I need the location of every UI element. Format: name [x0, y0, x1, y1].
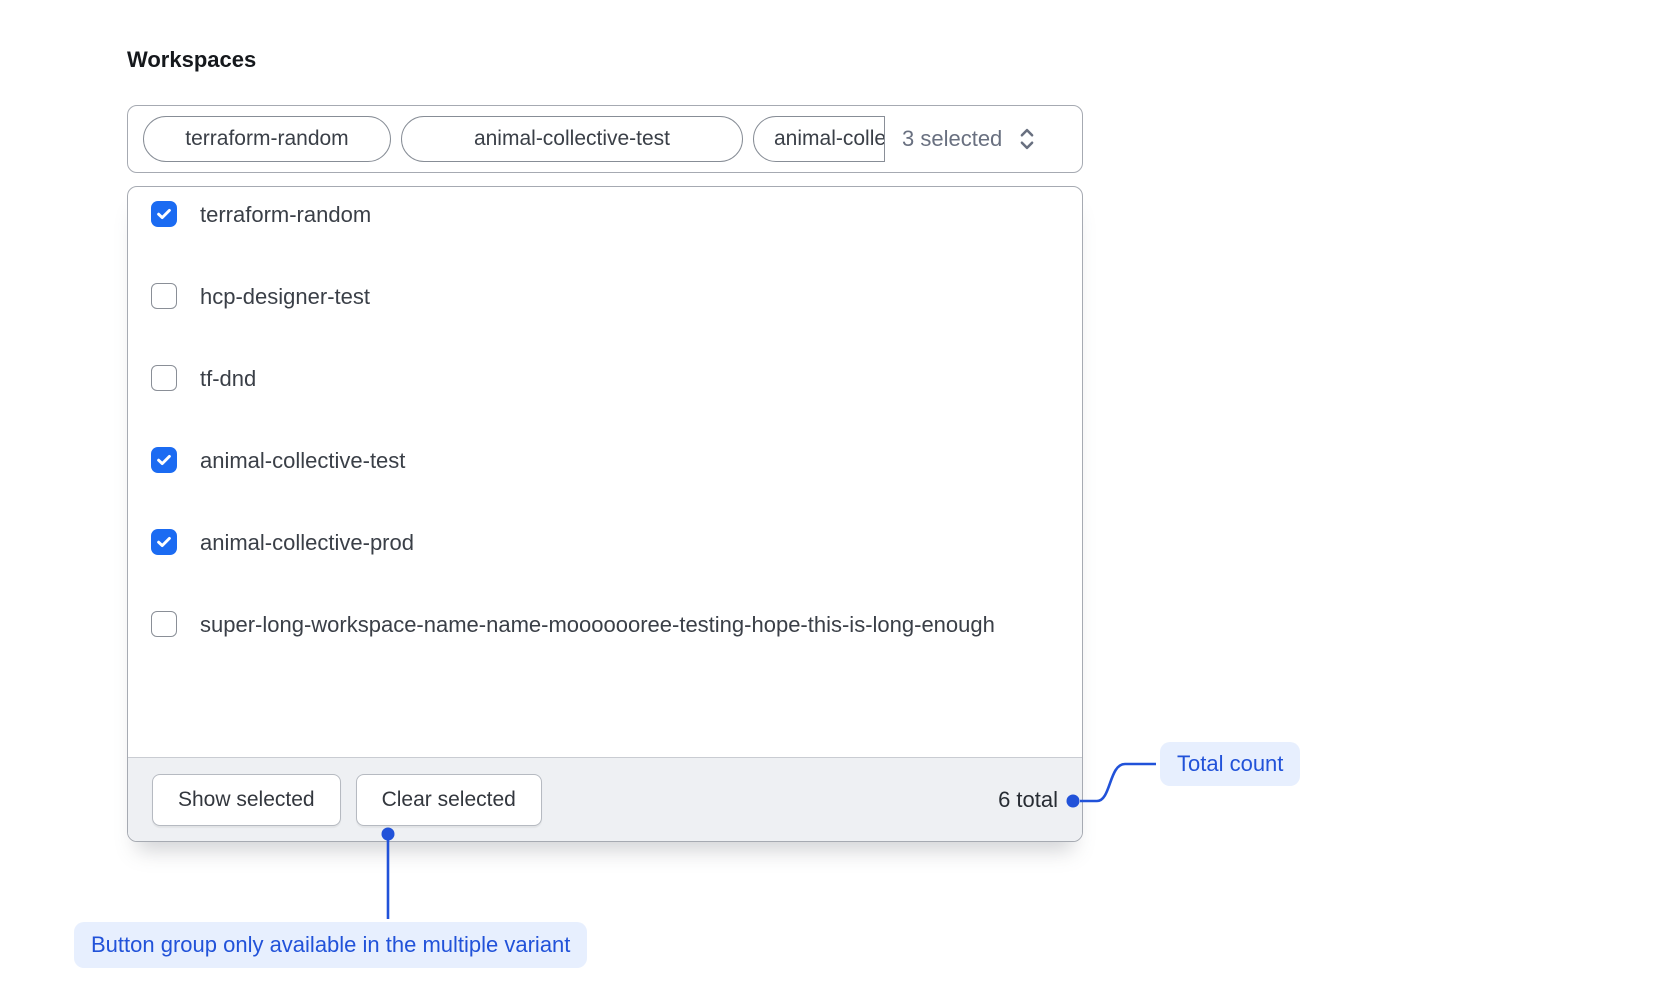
multiselect-listbox: terraform-random hcp-designer-test tf-dn… [127, 186, 1083, 842]
field-label: Workspaces [127, 47, 256, 73]
option-row[interactable]: hcp-designer-test [151, 278, 1058, 315]
option-label: hcp-designer-test [200, 278, 370, 315]
option-row[interactable]: animal-collective-prod [151, 524, 1058, 561]
selected-tag-clipped: animal-collective-prod [753, 116, 885, 162]
selected-count-text: 3 selected [902, 126, 1002, 152]
selected-tag: animal-collective-test [401, 116, 743, 162]
annotation-button-group: Button group only available in the multi… [74, 922, 587, 968]
option-checkbox[interactable] [151, 447, 177, 473]
selected-tag: terraform-random [143, 116, 391, 162]
listbox-footer: Show selected Clear selected 6 total [128, 757, 1082, 841]
option-checkbox[interactable] [151, 529, 177, 555]
option-checkbox[interactable] [151, 201, 177, 227]
option-checkbox[interactable] [151, 365, 177, 391]
option-label: terraform-random [200, 196, 371, 233]
option-row[interactable]: tf-dnd [151, 360, 1058, 397]
total-count-text: 6 total [998, 787, 1058, 813]
option-row[interactable]: terraform-random [151, 196, 1058, 233]
option-label: animal-collective-prod [200, 524, 414, 561]
option-checkbox[interactable] [151, 283, 177, 309]
chevrons-up-down-icon [1015, 126, 1039, 152]
options-list: terraform-random hcp-designer-test tf-dn… [128, 187, 1082, 643]
annotation-total-count: Total count [1160, 742, 1300, 786]
option-row[interactable]: super-long-workspace-name-name-moooooore… [151, 606, 1058, 643]
page-canvas: Workspaces terraform-random animal-colle… [0, 0, 1672, 1008]
clear-selected-button[interactable]: Clear selected [356, 774, 542, 826]
option-label: super-long-workspace-name-name-moooooore… [200, 606, 995, 643]
multiselect-trigger[interactable]: terraform-random animal-collective-test … [127, 105, 1083, 173]
show-selected-button[interactable]: Show selected [152, 774, 341, 826]
option-row[interactable]: animal-collective-test [151, 442, 1058, 479]
option-label: tf-dnd [200, 360, 256, 397]
selected-tags-group: terraform-random animal-collective-test … [143, 116, 885, 162]
option-label: animal-collective-test [200, 442, 405, 479]
option-checkbox[interactable] [151, 611, 177, 637]
